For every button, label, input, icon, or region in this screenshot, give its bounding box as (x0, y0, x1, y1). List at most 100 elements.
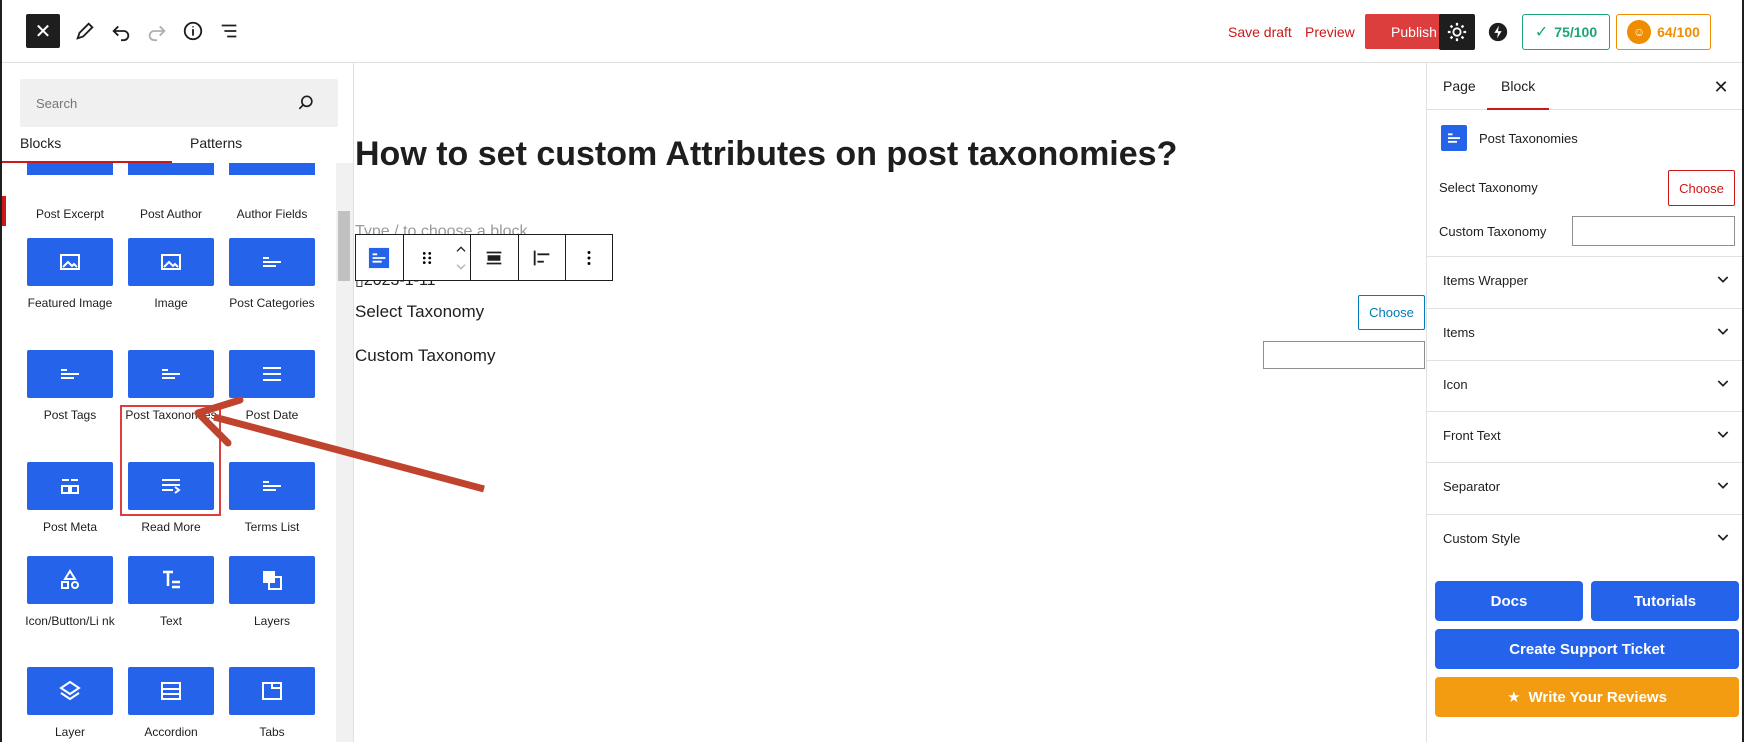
redo-icon[interactable] (140, 14, 174, 48)
block-post-categories[interactable]: Post Categories (222, 238, 322, 312)
list-icon (229, 238, 315, 286)
choose-taxonomy-button[interactable]: Choose (1358, 295, 1425, 330)
block-label: Accordion (144, 725, 198, 739)
tab-block[interactable]: Block (1501, 78, 1535, 94)
close-icon[interactable]: ✕ (1707, 73, 1735, 101)
pen-icon[interactable] (68, 14, 102, 48)
block-featured-image[interactable]: Featured Image (20, 238, 120, 312)
write-reviews-label: Write Your Reviews (1528, 688, 1667, 706)
accordion-icon (128, 667, 214, 715)
image-icon (128, 238, 214, 286)
readability-score-value: 64/100 (1657, 24, 1700, 40)
block-icon-button-li-nk[interactable]: Icon/Button/Li nk (20, 556, 120, 630)
seo-score-badge[interactable]: ✓ 75/100 (1522, 14, 1610, 50)
list-icon (128, 350, 214, 398)
block-label: Terms List (244, 520, 300, 534)
block-tile-partial[interactable] (229, 163, 315, 175)
block-post-meta[interactable]: Post Meta (20, 462, 120, 536)
block-image[interactable]: Image (121, 238, 221, 312)
tutorials-button[interactable]: Tutorials (1591, 581, 1739, 621)
panel-title: Front Text (1443, 427, 1501, 443)
readability-score-badge[interactable]: ☺ 64/100 (1616, 14, 1711, 50)
scrollbar-thumb[interactable] (338, 211, 350, 281)
save-draft-link[interactable]: Save draft (1228, 18, 1292, 46)
scroll-marker (2, 196, 6, 226)
block-post-date[interactable]: Post Date (222, 350, 322, 424)
search-icon[interactable] (296, 93, 316, 113)
block-type-icon[interactable] (356, 235, 404, 280)
move-up-down-icon[interactable] (451, 235, 472, 280)
block-terms-list[interactable]: Terms List (222, 462, 322, 536)
panel-separator[interactable]: Separator (1427, 462, 1742, 509)
block-label: Layer (54, 725, 86, 739)
block-label: Image (154, 296, 188, 310)
create-support-ticket-button[interactable]: Create Support Ticket (1435, 629, 1739, 669)
drag-handle-icon[interactable] (404, 235, 452, 280)
block-label: Tabs (259, 725, 285, 739)
block-tabs[interactable]: Tabs (222, 667, 322, 741)
block-label: Featured Image (27, 296, 113, 310)
custom-taxonomy-label: Custom Taxonomy (1439, 224, 1547, 239)
top-toolbar: ✕ Save draft Preview Publish ✓ 75/100 ☺ … (2, 0, 1742, 63)
block-label-post-excerpt[interactable]: Post Excerpt (20, 197, 120, 223)
post-title[interactable]: How to set custom Attributes on post tax… (355, 135, 1177, 174)
block-label: Post Meta (42, 520, 98, 534)
block-toolbar (355, 234, 613, 281)
panel-title: Items (1443, 324, 1475, 340)
custom-taxonomy-input[interactable] (1572, 216, 1735, 246)
panel-items-wrapper[interactable]: Items Wrapper (1427, 256, 1742, 303)
block-label: Post Tags (43, 408, 97, 422)
block-label-post-author[interactable]: Post Author (121, 197, 221, 223)
block-label: Text (159, 614, 182, 628)
block-layer[interactable]: Layer (20, 667, 120, 741)
seo-score-icon: ✓ (1534, 24, 1549, 41)
block-label-author-fields[interactable]: Author Fields (222, 197, 322, 223)
info-icon[interactable] (176, 14, 210, 48)
block-tile-partial[interactable] (128, 163, 214, 175)
tab-blocks[interactable]: Blocks (20, 135, 61, 151)
choose-taxonomy-button[interactable]: Choose (1668, 170, 1735, 206)
panel-items[interactable]: Items (1427, 308, 1742, 355)
chevron-down-icon (1715, 477, 1731, 496)
custom-taxonomy-input[interactable] (1263, 341, 1425, 369)
gear-icon[interactable] (1439, 14, 1475, 50)
more-options-icon[interactable] (566, 235, 612, 280)
select-taxonomy-label: Select Taxonomy (1439, 180, 1538, 195)
image-icon (27, 238, 113, 286)
custom-taxonomy-label: Custom Taxonomy (355, 346, 496, 365)
docs-button[interactable]: Docs (1435, 581, 1583, 621)
star-icon: ★ (1507, 689, 1521, 706)
layer-icon (27, 667, 113, 715)
block-label: Read More (141, 520, 201, 534)
search-input[interactable] (20, 79, 280, 127)
close-icon[interactable]: ✕ (26, 14, 60, 48)
block-tile-partial[interactable] (27, 163, 113, 175)
chevron-down-icon (1715, 271, 1731, 290)
post-taxonomies-icon (1441, 125, 1467, 151)
write-reviews-button[interactable]: ★ Write Your Reviews (1435, 677, 1739, 717)
align-full-icon[interactable] (471, 235, 519, 280)
bolt-icon[interactable] (1481, 15, 1515, 49)
tab-patterns[interactable]: Patterns (190, 135, 242, 151)
block-text[interactable]: Text (121, 556, 221, 630)
tab-page[interactable]: Page (1443, 78, 1476, 94)
block-accordion[interactable]: Accordion (121, 667, 221, 741)
preview-link[interactable]: Preview (1305, 18, 1355, 46)
panel-custom-style[interactable]: Custom Style (1427, 514, 1742, 561)
align-left-icon[interactable] (519, 235, 567, 280)
block-post-tags[interactable]: Post Tags (20, 350, 120, 424)
readability-score-icon: ☺ (1627, 20, 1652, 44)
tabs-icon (229, 667, 315, 715)
chevron-down-icon (1715, 375, 1731, 394)
block-inserter-panel: Blocks Patterns Post Excerpt Post Author… (2, 63, 354, 742)
block-label: Post Categories (229, 296, 315, 310)
block-label: Post Date (245, 408, 299, 422)
block-layers[interactable]: Layers (222, 556, 322, 630)
panel-icon[interactable]: Icon (1427, 360, 1742, 407)
search-field (20, 79, 338, 127)
undo-icon[interactable] (104, 14, 138, 48)
editor-canvas: How to set custom Attributes on post tax… (354, 63, 1426, 742)
panel-front-text[interactable]: Front Text (1427, 411, 1742, 458)
list-view-icon[interactable] (212, 14, 246, 48)
chevron-down-icon (1715, 426, 1731, 445)
